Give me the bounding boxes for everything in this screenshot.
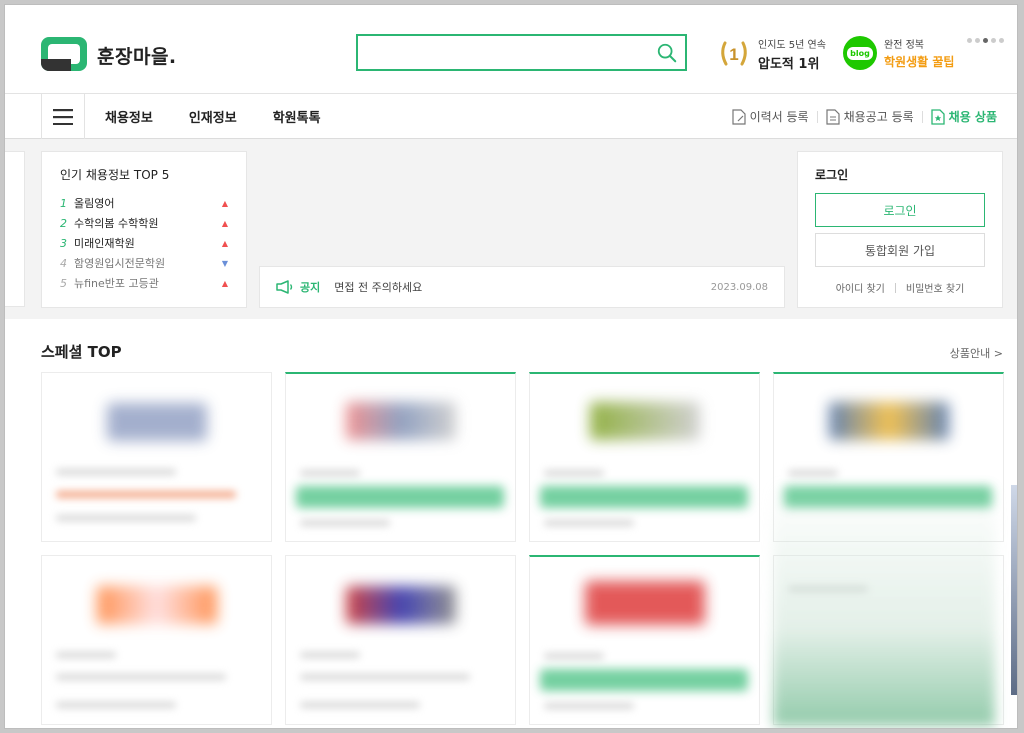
trend-up-icon: ▲ [221,198,228,208]
job-products-link[interactable]: 채용 상품 [923,108,1005,125]
page-scrollbar[interactable] [1011,485,1017,695]
pager-dot[interactable] [999,38,1004,43]
trend-down-icon: ▼ [221,258,228,268]
popular-job-item[interactable]: 2 수학의봄 수학학원 ▲ [60,213,228,233]
trend-up-icon: ▲ [221,278,228,288]
logo-mark-icon [41,37,89,73]
top-band: 인기 채용정보 TOP 5 1 올림영어 ▲ 2 수학의봄 수학학원 ▲ 3 미… [5,139,1017,319]
job-name: 뉴fine반포 고등관 [74,277,159,290]
hamburger-icon [53,108,73,125]
document-icon [825,108,840,125]
popular-job-item[interactable]: 4 함영원입시전문학원 ▼ [60,253,228,273]
register-job-post-label: 채용공고 등록 [843,110,914,124]
medal-number: 1 [729,45,738,64]
login-title: 로그인 [815,168,849,182]
special-job-card[interactable] [529,372,760,542]
find-id-link[interactable]: 아이디 찾기 [836,280,885,295]
find-password-link[interactable]: 비밀번호 찾기 [906,280,964,295]
pager-dot[interactable] [967,38,972,43]
pager-dot[interactable] [991,38,996,43]
pager-dot-active[interactable] [983,38,988,43]
popular-job-item[interactable]: 3 미래인재학원 ▲ [60,233,228,253]
resume-edit-icon [731,108,746,125]
site-header: 훈장마을. 1 인지도 5년 연속 압도적 1위 blog 완전 정복 학원생활… [5,5,1017,93]
rank-number: 2 [60,216,67,230]
popular-job-item[interactable]: 5 뉴fine반포 고등관 ▲ [60,273,228,293]
blog-badge[interactable]: blog 완전 정복 학원생활 꿀팁 [843,36,954,70]
search-icon[interactable] [656,42,678,64]
rank-number: 5 [60,276,67,290]
register-job-post-link[interactable]: 채용공고 등록 [818,108,922,125]
nav-item-talent[interactable]: 인재정보 [189,107,237,126]
register-resume-label: 이력서 등록 [749,110,809,124]
special-job-card[interactable] [285,555,516,725]
blog-icon: blog [843,36,877,70]
nav-item-jobs[interactable]: 채용정보 [105,107,153,126]
popular-job-item[interactable]: 1 올림영어 ▲ [60,193,228,213]
notice-message[interactable]: 면접 전 주의하세요 [334,279,710,295]
job-name: 미래인재학원 [74,237,135,250]
job-name: 올림영어 [74,197,115,210]
join-button[interactable]: 통합회원 가입 [815,233,985,267]
special-job-card[interactable] [41,372,272,542]
trend-up-icon: ▲ [221,238,228,248]
rank-number: 4 [60,256,67,270]
special-job-card[interactable] [529,555,760,725]
star-document-icon [931,108,945,125]
register-resume-link[interactable]: 이력서 등록 [724,108,817,125]
notice-label: 공지 [300,281,321,294]
logo-text: 훈장마을. [97,45,177,68]
divider [894,282,896,293]
rank-number: 3 [60,236,67,250]
popular-jobs-title: 인기 채용정보 TOP 5 [60,168,170,182]
special-job-card[interactable] [285,372,516,542]
product-guide-link[interactable]: 상품안내 > [950,345,1003,361]
blog-badge-line1: 완전 정복 [884,40,924,51]
hamburger-menu-button[interactable] [41,94,85,139]
rank-badge[interactable]: 1 인지도 5년 연속 압도적 1위 [717,36,826,72]
trend-up-icon: ▲ [221,218,228,228]
rank-number: 1 [60,196,67,210]
megaphone-icon [276,280,293,294]
rank-badge-line1: 인지도 5년 연속 [758,40,826,51]
laurel-medal-icon: 1 [721,41,747,66]
job-products-label: 채용 상품 [948,110,997,124]
login-panel: 로그인 로그인 통합회원 가입 아이디 찾기 비밀번호 찾기 [797,151,1003,308]
notice-date: 2023.09.08 [710,281,768,293]
job-name: 함영원입시전문학원 [74,257,166,270]
side-panel-edge [5,151,25,307]
special-job-card[interactable] [41,555,272,725]
browser-viewport: 훈장마을. 1 인지도 5년 연속 압도적 1위 blog 완전 정복 학원생활… [4,4,1018,729]
job-name: 수학의봄 수학학원 [74,217,159,230]
nav-item-community[interactable]: 학원톡톡 [273,107,321,126]
main-nav: 채용정보 인재정보 학원톡톡 이력서 등록 채용공고 등록 채용 상품 [5,93,1017,139]
expanded-card-overlay [773,481,995,726]
rank-badge-line2: 압도적 1위 [758,57,820,72]
blog-badge-line2: 학원생활 꿀팁 [884,55,955,69]
popular-jobs-panel: 인기 채용정보 TOP 5 1 올림영어 ▲ 2 수학의봄 수학학원 ▲ 3 미… [41,151,247,308]
pager-dot[interactable] [975,38,980,43]
search-box[interactable] [356,34,687,71]
notice-bar[interactable]: 공지 면접 전 주의하세요 2023.09.08 [259,266,785,308]
site-logo[interactable]: 훈장마을. [41,37,177,73]
banner-pager [967,38,1004,43]
search-input[interactable] [358,36,643,69]
blog-icon-text: blog [847,46,873,60]
login-button[interactable]: 로그인 [815,193,985,227]
special-top-title: 스페셜 TOP [41,343,122,361]
